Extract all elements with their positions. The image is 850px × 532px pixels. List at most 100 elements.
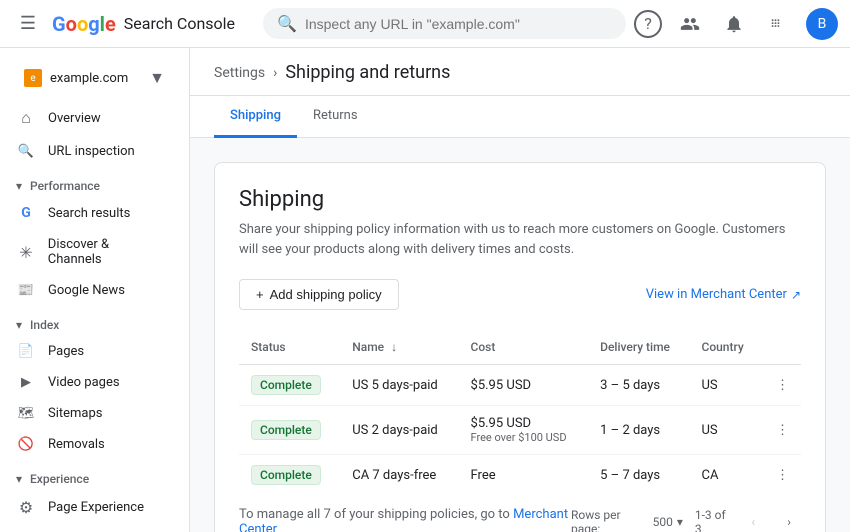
sidebar-item-pages[interactable]: 📄 Pages	[0, 336, 181, 367]
cell-status: Complete	[239, 365, 340, 406]
video-icon: ▶	[16, 375, 36, 390]
section-label: Experience	[30, 472, 89, 486]
cell-delivery-time: 1 – 2 days	[588, 406, 689, 455]
rows-per-page-value: 500	[653, 515, 673, 529]
tab-shipping[interactable]: Shipping	[214, 96, 297, 138]
menu-icon[interactable]: ☰	[12, 8, 44, 40]
layout: e example.com ▼ ⌂ Overview 🔍 URL inspect…	[0, 48, 850, 532]
sidebar-item-label: Sitemaps	[48, 406, 103, 421]
cell-cost: Free	[459, 455, 589, 496]
search-bar[interactable]: 🔍	[263, 8, 626, 39]
sidebar-item-label: Google News	[48, 283, 125, 298]
apps-icon[interactable]	[762, 8, 794, 40]
account-management-icon[interactable]	[674, 8, 706, 40]
cell-delivery-time: 3 – 5 days	[588, 365, 689, 406]
sidebar-item-search-results[interactable]: G Search results	[0, 197, 181, 229]
sidebar-item-label: Discover & Channels	[48, 237, 165, 267]
sidebar-item-label: URL inspection	[48, 144, 135, 159]
header-actions: ? B	[634, 8, 838, 40]
sidebar-section-index[interactable]: ▾ Index	[0, 306, 189, 336]
logo: Google Search Console	[52, 12, 235, 36]
table-row: Complete US 5 days-paid $5.95 USD 3 – 5 …	[239, 365, 801, 406]
search-icon: 🔍	[277, 14, 297, 33]
cell-cost: $5.95 USD	[459, 365, 589, 406]
sidebar-item-core-web-vitals[interactable]: ◎ Core Web Vitals	[0, 525, 181, 532]
next-page-button[interactable]: ›	[777, 508, 801, 532]
app-title: Search Console	[124, 14, 235, 33]
main-content: Settings › Shipping and returns Shipping…	[190, 48, 850, 532]
notifications-icon[interactable]	[718, 8, 750, 40]
breadcrumb: Settings › Shipping and returns	[190, 48, 850, 96]
site-favicon: e	[24, 69, 42, 87]
cell-row-menu[interactable]: ⋮	[761, 365, 801, 406]
sidebar-item-label: Page Experience	[48, 500, 144, 515]
tab-returns[interactable]: Returns	[297, 96, 374, 138]
page-info: 1-3 of 3	[695, 508, 729, 532]
sidebar-item-label: Pages	[48, 344, 84, 359]
breadcrumb-current: Shipping and returns	[285, 62, 450, 83]
table-footer: To manage all 7 of your shipping policie…	[239, 495, 801, 532]
col-status: Status	[239, 330, 340, 365]
table-row: Complete CA 7 days-free Free 5 – 7 days …	[239, 455, 801, 496]
cell-delivery-time: 5 – 7 days	[588, 455, 689, 496]
sidebar-section-experience[interactable]: ▾ Experience	[0, 460, 189, 490]
chevron-down-icon: ▾	[677, 515, 683, 529]
help-icon[interactable]: ?	[634, 10, 662, 38]
site-selector[interactable]: e example.com ▼	[8, 60, 181, 96]
avatar[interactable]: B	[806, 8, 838, 40]
chevron-down-icon: ▾	[16, 179, 22, 193]
pagination: Rows per page: 500 ▾ 1-3 of 3 ‹ ›	[571, 508, 801, 532]
section-label: Index	[30, 318, 59, 332]
sidebar-item-label: Video pages	[48, 375, 120, 390]
col-cost: Cost	[459, 330, 589, 365]
col-country: Country	[689, 330, 761, 365]
sort-icon[interactable]: ↓	[391, 340, 397, 354]
breadcrumb-separator: ›	[273, 65, 277, 81]
previous-page-button[interactable]: ‹	[741, 508, 765, 532]
site-name: example.com	[50, 71, 141, 86]
cell-status: Complete	[239, 455, 340, 496]
cell-row-menu[interactable]: ⋮	[761, 406, 801, 455]
sidebar-item-label: Overview	[48, 111, 101, 126]
pages-icon: 📄	[16, 344, 36, 359]
sidebar-item-page-experience[interactable]: ⚙ Page Experience	[0, 490, 181, 525]
manage-link[interactable]: Merchant Center	[239, 507, 568, 532]
status-badge: Complete	[251, 375, 321, 395]
sidebar-item-removals[interactable]: 🚫 Removals	[0, 429, 181, 460]
sidebar-item-url-inspection[interactable]: 🔍 URL inspection	[0, 136, 181, 167]
content-area: Shipping Share your shipping policy info…	[190, 138, 850, 532]
col-actions	[761, 330, 801, 365]
sidebar-item-overview[interactable]: ⌂ Overview	[0, 100, 181, 136]
search-input[interactable]	[305, 16, 612, 32]
shipping-card: Shipping Share your shipping policy info…	[214, 162, 826, 532]
card-description: Share your shipping policy information w…	[239, 220, 801, 259]
manage-message: To manage all 7 of your shipping policie…	[239, 507, 571, 532]
card-title: Shipping	[239, 187, 801, 212]
removals-icon: 🚫	[16, 437, 36, 452]
add-shipping-policy-button[interactable]: + Add shipping policy	[239, 279, 399, 310]
card-actions: + Add shipping policy View in Merchant C…	[239, 279, 801, 310]
add-button-label: Add shipping policy	[270, 287, 382, 302]
home-icon: ⌂	[16, 108, 36, 128]
plus-icon: +	[256, 287, 264, 302]
sidebar-item-discover[interactable]: ✳ Discover & Channels	[0, 229, 181, 275]
sidebar-item-google-news[interactable]: 📰 Google News	[0, 275, 181, 306]
cell-status: Complete	[239, 406, 340, 455]
breadcrumb-parent[interactable]: Settings	[214, 65, 265, 81]
search-icon: 🔍	[16, 144, 36, 159]
chevron-down-icon: ▾	[16, 318, 22, 332]
cell-row-menu[interactable]: ⋮	[761, 455, 801, 496]
view-merchant-center-link[interactable]: View in Merchant Center ↗	[646, 287, 801, 302]
sidebar-item-sitemaps[interactable]: 🗺 Sitemaps	[0, 398, 181, 429]
status-badge: Complete	[251, 420, 321, 440]
sidebar-section-performance[interactable]: ▾ Performance	[0, 167, 189, 197]
page-experience-icon: ⚙	[16, 498, 36, 517]
table-header-row: Status Name ↓ Cost Delivery time Country	[239, 330, 801, 365]
rows-per-page-label: Rows per page:	[571, 508, 641, 532]
sidebar-item-label: Removals	[48, 437, 105, 452]
merchant-link-label: View in Merchant Center	[646, 287, 787, 302]
sidebar-item-video-pages[interactable]: ▶ Video pages	[0, 367, 181, 398]
rows-per-page-select[interactable]: 500 ▾	[653, 515, 683, 529]
col-delivery-time: Delivery time	[588, 330, 689, 365]
news-icon: 📰	[16, 283, 36, 298]
